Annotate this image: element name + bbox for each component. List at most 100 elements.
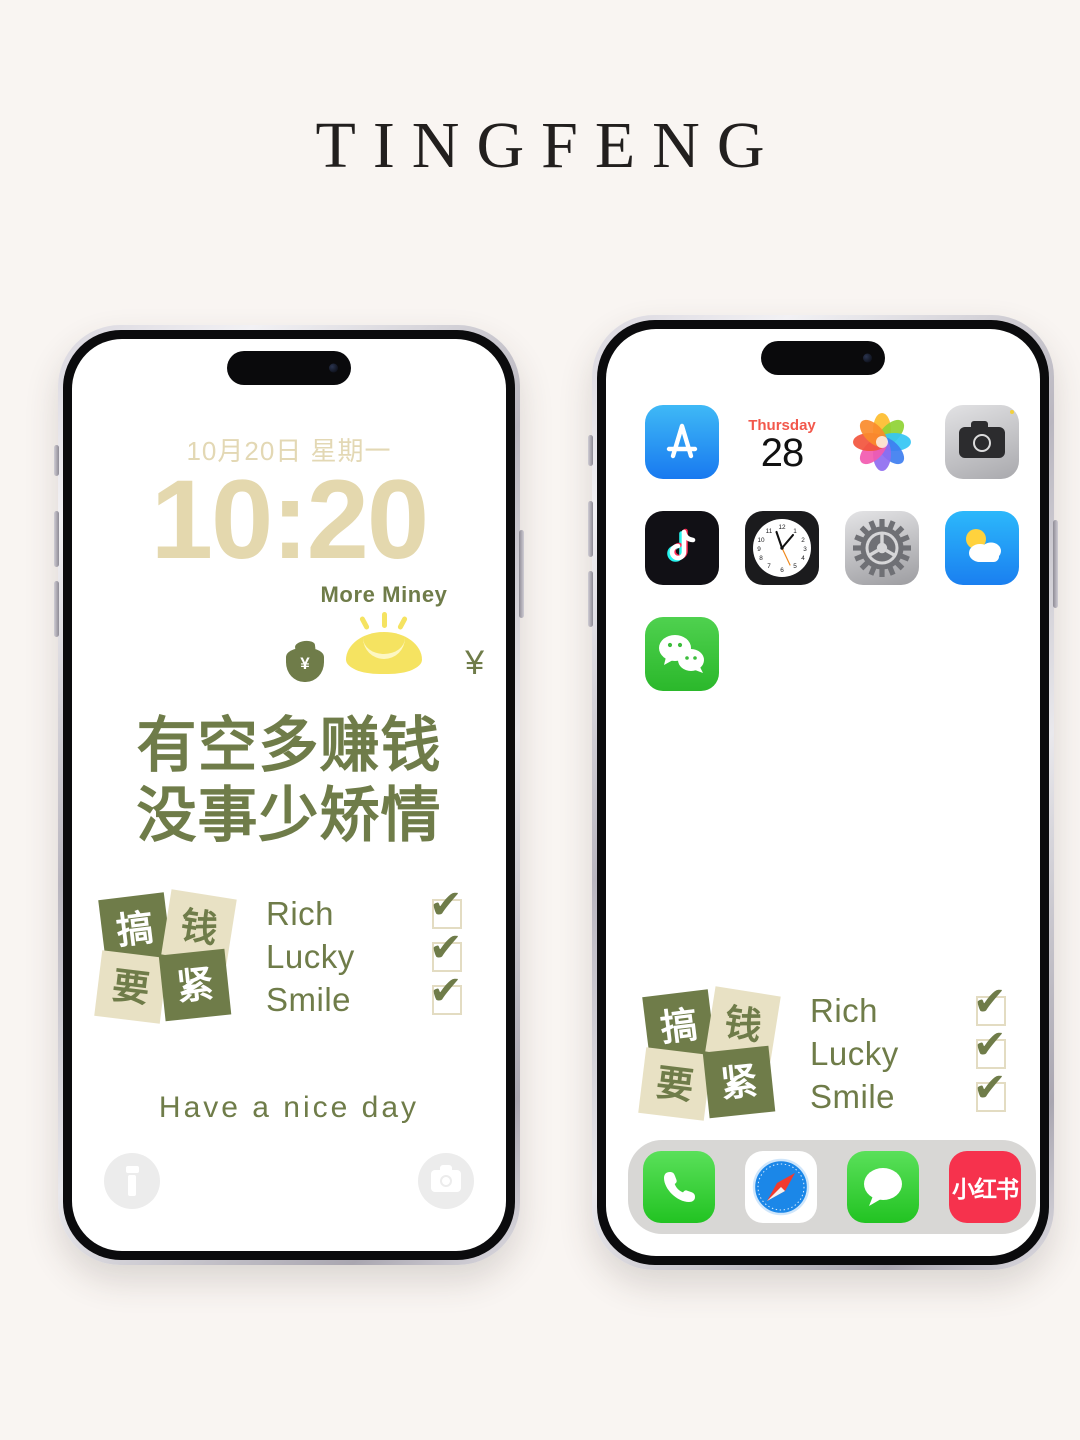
app-icon-wechat[interactable] xyxy=(645,617,719,691)
volume-up-button[interactable] xyxy=(588,501,593,557)
checklist-row[interactable]: Rich ✔ xyxy=(266,885,498,935)
gold-ingot-icon xyxy=(346,632,422,674)
yen-icon: ¥ xyxy=(465,644,484,682)
xiaohongshu-label: 小红书 xyxy=(952,1176,1019,1202)
checklist: Rich ✔ Lucky ✔ Smile ✔ xyxy=(810,982,1040,1118)
svg-text:6: 6 xyxy=(780,567,784,574)
appstore-icon xyxy=(666,423,698,459)
tiktok-icon xyxy=(667,528,696,562)
camera-button[interactable] xyxy=(418,1153,474,1209)
page-title: TINGFENG xyxy=(315,109,782,182)
check-icon: ✔ xyxy=(429,925,463,970)
volume-down-button[interactable] xyxy=(54,581,59,637)
app-icon-clock[interactable]: 12 1 2 3 45 6 78 9 10 11 xyxy=(745,511,819,585)
action-button[interactable] xyxy=(54,445,59,476)
checkbox[interactable]: ✔ xyxy=(973,1025,1007,1069)
photos-icon xyxy=(853,413,911,471)
lock-time: 10:20 xyxy=(150,457,429,582)
safari-icon xyxy=(752,1158,810,1216)
volume-up-button[interactable] xyxy=(54,511,59,567)
check-icon: ✔ xyxy=(973,979,1007,1024)
slogan-line-1: 有空多赚钱 xyxy=(136,712,442,779)
power-button[interactable] xyxy=(519,530,524,618)
wechat-icon xyxy=(659,635,704,673)
app-icon-weather[interactable] xyxy=(945,511,1019,585)
volume-down-button[interactable] xyxy=(588,571,593,627)
app-icon-camera[interactable] xyxy=(945,405,1019,479)
app-icon-settings[interactable] xyxy=(845,511,919,585)
checkbox[interactable]: ✔ xyxy=(973,982,1007,1026)
dock-icon-phone[interactable] xyxy=(643,1151,715,1223)
app-icon-tiktok[interactable] xyxy=(645,511,719,585)
calendar-date: 28 xyxy=(760,431,804,476)
phone-bezel: 10月20日 星期一 10:20 More Miney ¥ ¥ 有空多赚钱 没事… xyxy=(63,330,515,1260)
messages-icon xyxy=(864,1168,902,1206)
character-tiles: 搞 钱 要 紧 xyxy=(638,985,794,1121)
dock-icon-xiaohongshu[interactable]: 小红书 xyxy=(949,1151,1021,1223)
slogan-line-2: 没事少矫情 xyxy=(136,781,442,849)
checklist-row[interactable]: Smile ✔ xyxy=(810,1068,1040,1118)
money-art: ¥ ¥ xyxy=(280,612,488,682)
lock-screen-surface: 10月20日 星期一 10:20 More Miney ¥ ¥ 有空多赚钱 没事… xyxy=(72,339,506,1251)
power-button[interactable] xyxy=(1053,520,1058,608)
sticker-checklist-block: 搞 钱 要 紧 Rich ✔ Lucky ✔ Smile ✔ xyxy=(638,982,1040,1121)
svg-text:9: 9 xyxy=(757,546,761,553)
checklist-label: Lucky xyxy=(810,1034,899,1072)
camera-icon xyxy=(959,420,1005,458)
check-icon: ✔ xyxy=(973,1022,1007,1067)
phone-icon xyxy=(664,1172,695,1202)
tile-jin: 紧 xyxy=(158,948,232,1021)
phone-lock-screen: 10月20日 星期一 10:20 More Miney ¥ ¥ 有空多赚钱 没事… xyxy=(54,325,524,1265)
svg-text:11: 11 xyxy=(766,528,773,535)
clock-icon: 12 1 2 3 45 6 78 9 10 11 xyxy=(753,519,811,577)
home-screen-surface: Thursday 28 12 1 2 3 4 5 6 7 8 9 10 11 搞… xyxy=(606,329,1040,1256)
app-icon-app-store[interactable] xyxy=(645,405,719,479)
check-icon: ✔ xyxy=(973,1065,1007,1110)
svg-text:7: 7 xyxy=(767,563,771,570)
checklist-label: Smile xyxy=(810,1077,896,1115)
checklist-label: Rich xyxy=(266,894,335,932)
svg-text:10: 10 xyxy=(757,537,765,544)
svg-text:1: 1 xyxy=(793,528,797,535)
checkbox[interactable]: ✔ xyxy=(429,928,463,972)
checklist-label: Rich xyxy=(810,991,879,1029)
svg-text:8: 8 xyxy=(759,555,763,562)
action-button[interactable] xyxy=(588,435,593,466)
app-icon-photos[interactable] xyxy=(845,405,919,479)
money-bag-symbol: ¥ xyxy=(300,654,310,673)
dynamic-island xyxy=(227,351,351,385)
tile-yao: 要 xyxy=(638,1046,712,1121)
lock-footer-text: Have a nice day xyxy=(158,1091,420,1124)
app-grid: Thursday 28 12 1 2 3 4 5 6 7 8 9 10 11 xyxy=(632,405,1032,691)
tile-yao: 要 xyxy=(94,949,168,1024)
checkbox[interactable]: ✔ xyxy=(973,1068,1007,1112)
checklist-row[interactable]: Smile ✔ xyxy=(266,971,498,1021)
check-icon: ✔ xyxy=(429,882,463,927)
dock-icon-messages[interactable] xyxy=(847,1151,919,1223)
app-icon-calendar[interactable]: Thursday 28 xyxy=(745,405,819,479)
money-bag-icon: ¥ xyxy=(286,648,324,682)
dock: 小红书 xyxy=(628,1140,1036,1234)
svg-text:12: 12 xyxy=(778,524,786,531)
sticker-checklist-block: 搞 钱 要 紧 Rich ✔ Lucky ✔ Smile ✔ xyxy=(94,885,498,1024)
ray-icon xyxy=(397,615,408,631)
more-miney-widget[interactable]: More Miney ¥ ¥ xyxy=(280,582,488,682)
dynamic-island xyxy=(761,341,885,375)
checkbox[interactable]: ✔ xyxy=(429,885,463,929)
ray-icon xyxy=(382,612,387,628)
weather-icon xyxy=(966,529,1001,562)
gear-icon xyxy=(853,519,911,577)
flashlight-icon xyxy=(125,1166,139,1196)
camera-flash-icon xyxy=(1010,410,1014,414)
checklist-row[interactable]: Lucky ✔ xyxy=(266,928,498,978)
svg-text:3: 3 xyxy=(803,546,807,553)
checkbox[interactable]: ✔ xyxy=(429,971,463,1015)
more-miney-label: More Miney xyxy=(320,582,448,607)
flashlight-button[interactable] xyxy=(104,1153,160,1209)
svg-text:5: 5 xyxy=(793,563,797,570)
check-icon: ✔ xyxy=(429,968,463,1013)
tile-jin: 紧 xyxy=(702,1045,776,1118)
checklist-label: Smile xyxy=(266,980,352,1018)
character-tiles: 搞 钱 要 紧 xyxy=(94,888,250,1024)
dock-icon-safari[interactable] xyxy=(745,1151,817,1223)
